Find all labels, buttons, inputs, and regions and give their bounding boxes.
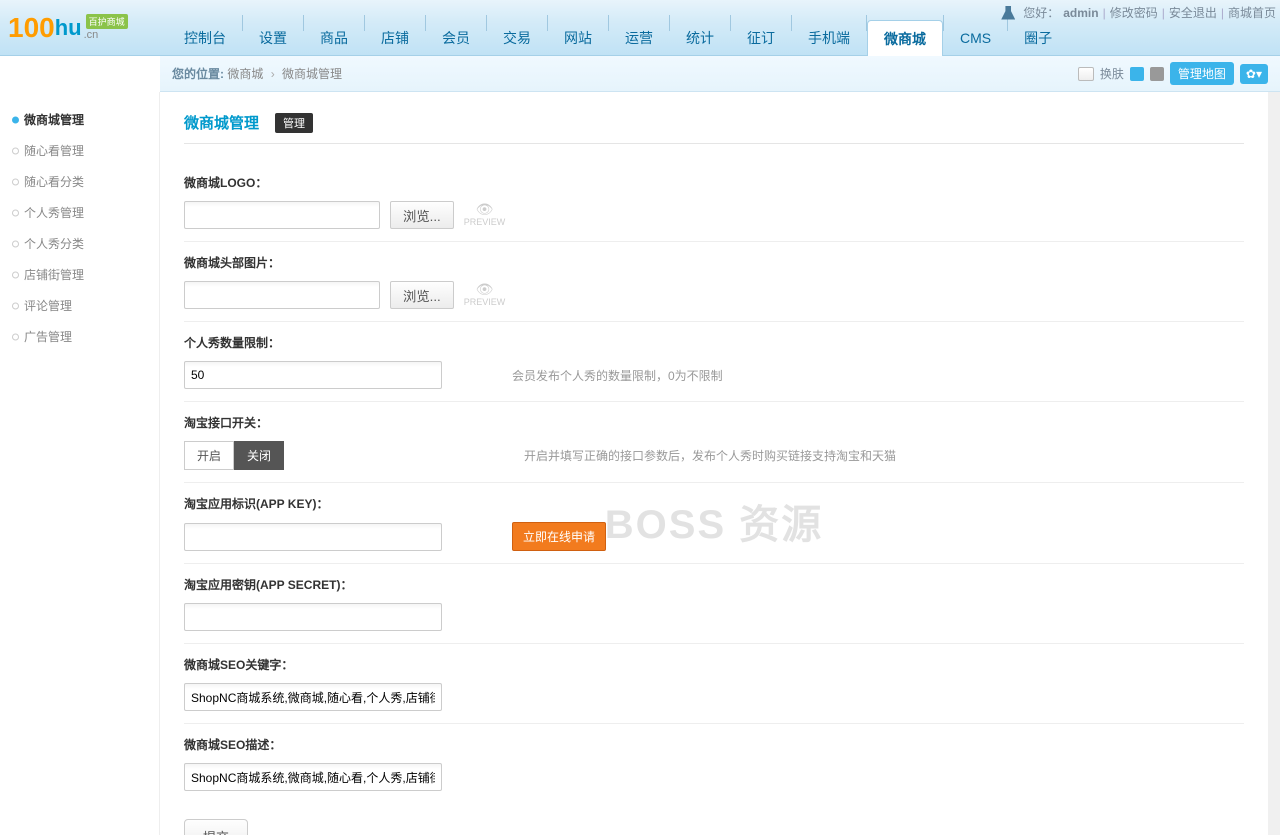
breadcrumb-label: 您的位置: — [172, 67, 224, 81]
appsecret-input[interactable] — [184, 603, 442, 631]
tab-manage[interactable]: 管理 — [275, 113, 313, 133]
preview-icon[interactable]: 👁PREVIEW — [464, 282, 506, 307]
taobao-toggle: 开启 关闭 — [184, 441, 284, 470]
mall-home-link[interactable]: 商城首页 — [1228, 4, 1276, 21]
nav-item-9[interactable]: 征订 — [731, 20, 791, 56]
logo-input[interactable] — [184, 201, 380, 229]
seo-desc-label: 微商城SEO描述： — [184, 736, 1244, 753]
apply-online-button[interactable]: 立即在线申请 — [512, 522, 606, 551]
nav-item-4[interactable]: 会员 — [426, 20, 486, 56]
preview-icon[interactable]: 👁PREVIEW — [464, 202, 506, 227]
sidebar-item-6[interactable]: 评论管理 — [0, 290, 159, 321]
sidebar-item-1[interactable]: 随心看管理 — [0, 135, 159, 166]
nav-item-3[interactable]: 店铺 — [365, 20, 425, 56]
header-img-input[interactable] — [184, 281, 380, 309]
sidebar-item-7[interactable]: 广告管理 — [0, 321, 159, 352]
logo-browse-button[interactable]: 浏览... — [390, 201, 454, 229]
seo-desc-input[interactable] — [184, 763, 442, 791]
manage-map-button[interactable]: 管理地图 — [1170, 62, 1234, 85]
submit-button[interactable]: 提交 — [184, 819, 248, 835]
limit-label: 个人秀数量限制： — [184, 334, 1244, 351]
logo-cn: .cn — [84, 29, 99, 41]
nav-item-5[interactable]: 交易 — [487, 20, 547, 56]
sidebar-item-3[interactable]: 个人秀管理 — [0, 197, 159, 228]
breadcrumb-item-0[interactable]: 微商城 — [227, 67, 263, 81]
sidebar-item-0[interactable]: 微商城管理 — [0, 104, 159, 135]
sidebar-item-5[interactable]: 店铺街管理 — [0, 259, 159, 290]
settings-gear-button[interactable]: ✿▾ — [1240, 64, 1268, 84]
breadcrumb: 您的位置: 微商城 › 微商城管理 — [172, 65, 1078, 82]
toggle-off[interactable]: 关闭 — [234, 441, 284, 470]
limit-input[interactable] — [184, 361, 442, 389]
nav-item-13[interactable]: 圈子 — [1008, 20, 1068, 56]
skin-swatch-gray[interactable] — [1150, 67, 1164, 81]
appkey-label: 淘宝应用标识(APP KEY)： — [184, 495, 1244, 512]
nav-item-8[interactable]: 统计 — [670, 20, 730, 56]
nav-item-6[interactable]: 网站 — [548, 20, 608, 56]
taobao-switch-label: 淘宝接口开关： — [184, 414, 1244, 431]
topbar: 您好： admin | 修改密码 | 安全退出 | 商城首页 — [997, 4, 1276, 21]
taobao-hint: 开启并填写正确的接口参数后，发布个人秀时购买链接支持淘宝和天猫 — [524, 447, 896, 464]
nav-item-0[interactable]: 控制台 — [168, 20, 242, 56]
nav-item-10[interactable]: 手机端 — [792, 20, 866, 56]
breadcrumb-arrow: › — [271, 67, 275, 81]
nav-item-2[interactable]: 商品 — [304, 20, 364, 56]
appkey-input[interactable] — [184, 523, 442, 551]
user-icon — [1001, 6, 1015, 20]
page-title: 微商城管理 — [184, 112, 259, 133]
nav-item-11[interactable]: 微商城 — [867, 20, 943, 56]
sidebar-item-2[interactable]: 随心看分类 — [0, 166, 159, 197]
logo: 100hu 百护商城.cn — [0, 0, 160, 55]
nav-item-1[interactable]: 设置 — [243, 20, 303, 56]
subheader: 您的位置: 微商城 › 微商城管理 换肤 管理地图 ✿▾ — [160, 56, 1280, 92]
greeting: 您好： — [1023, 4, 1059, 21]
toggle-on[interactable]: 开启 — [184, 441, 234, 470]
sidebar-item-4[interactable]: 个人秀分类 — [0, 228, 159, 259]
header-browse-button[interactable]: 浏览... — [390, 281, 454, 309]
logo-badge: 百护商城 — [86, 14, 128, 29]
limit-hint: 会员发布个人秀的数量限制，0为不限制 — [512, 367, 723, 384]
nav-item-12[interactable]: CMS — [944, 20, 1007, 56]
content: BOSS 资源 微商城管理 管理 微商城LOGO： 浏览... 👁PREVIEW… — [160, 92, 1280, 835]
breadcrumb-item-1: 微商城管理 — [282, 67, 342, 81]
skin-label: 换肤 — [1100, 65, 1124, 82]
logo-label: 微商城LOGO： — [184, 174, 1244, 191]
appsecret-label: 淘宝应用密钥(APP SECRET)： — [184, 576, 1244, 593]
logo-hu: hu — [55, 15, 82, 41]
seo-keywords-input[interactable] — [184, 683, 442, 711]
seo-keywords-label: 微商城SEO关键字： — [184, 656, 1244, 673]
logo-100: 100 — [8, 12, 55, 44]
nav-item-7[interactable]: 运营 — [609, 20, 669, 56]
username-link[interactable]: admin — [1063, 6, 1098, 20]
skin-swatch-blue[interactable] — [1130, 67, 1144, 81]
sidebar: 微商城管理随心看管理随心看分类个人秀管理个人秀分类店铺街管理评论管理广告管理 — [0, 92, 160, 835]
header-img-label: 微商城头部图片： — [184, 254, 1244, 271]
skin-icon — [1078, 67, 1094, 81]
change-password-link[interactable]: 修改密码 — [1110, 4, 1158, 21]
safe-exit-link[interactable]: 安全退出 — [1169, 4, 1217, 21]
